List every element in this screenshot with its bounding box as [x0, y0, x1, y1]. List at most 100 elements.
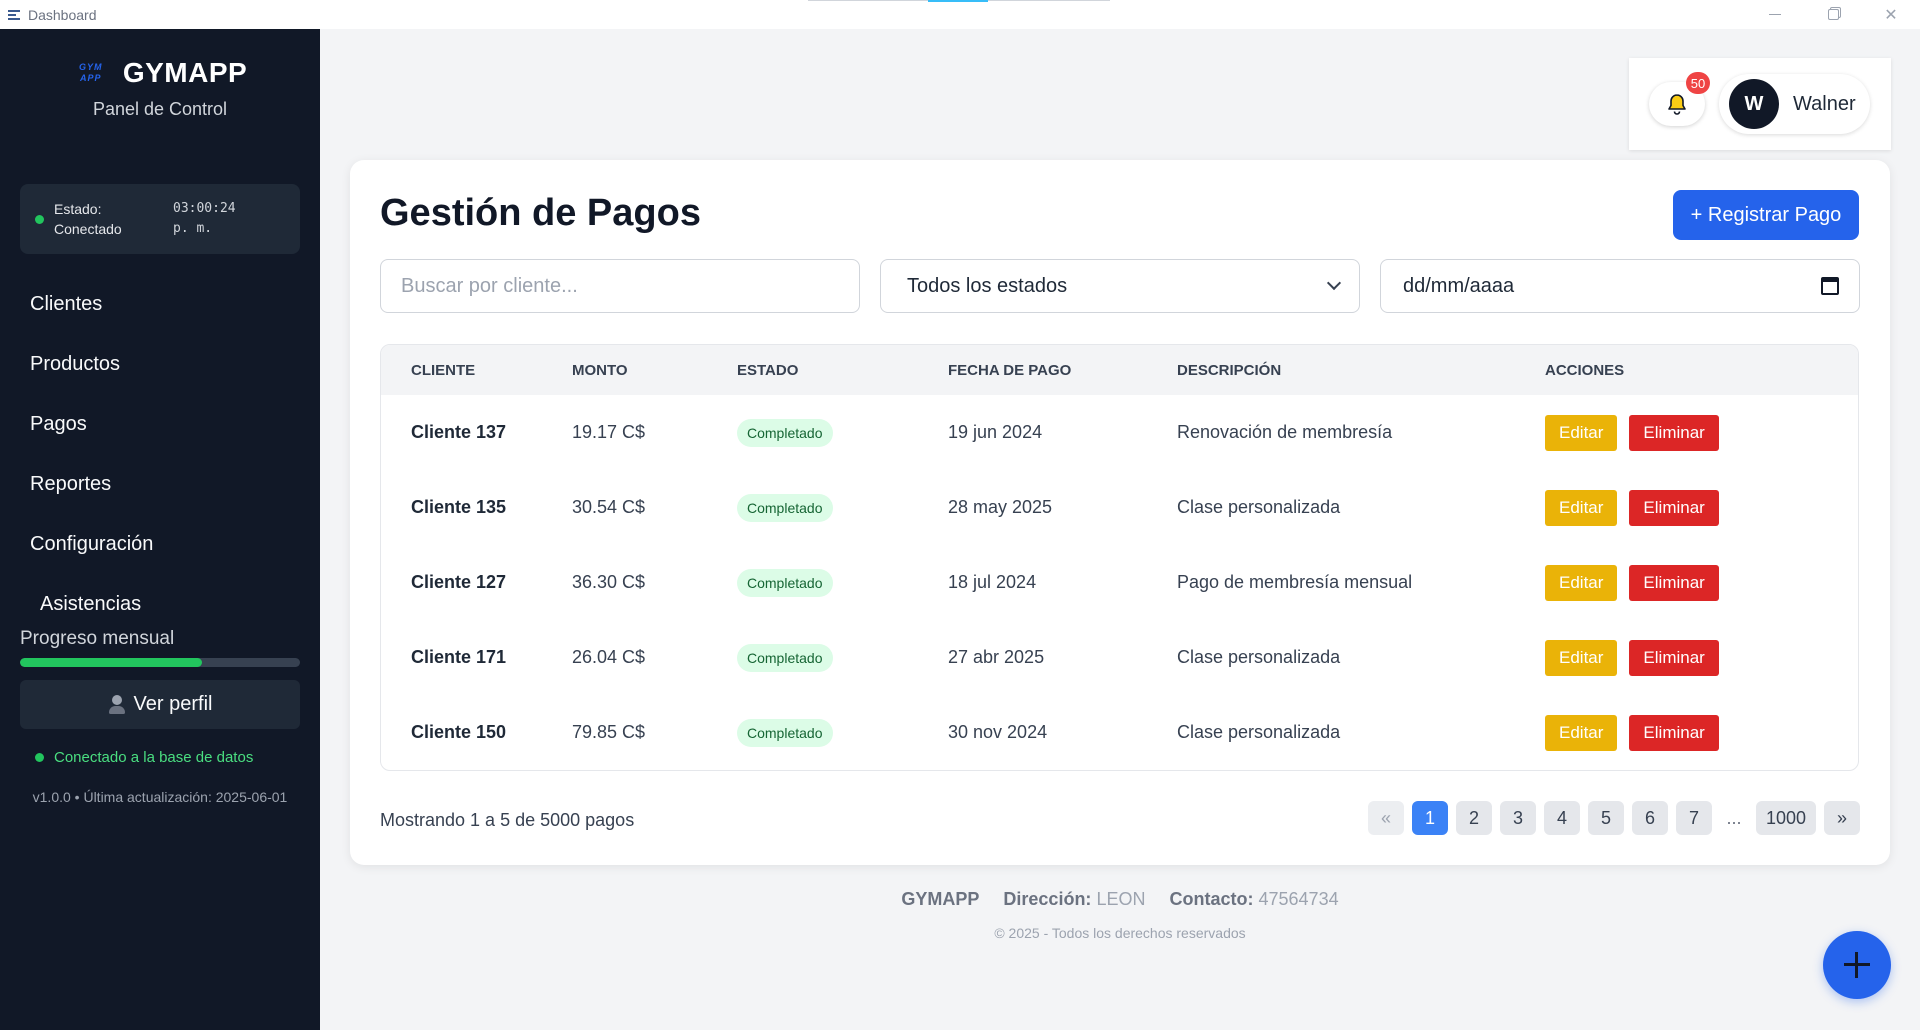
- col-header-descripcion[interactable]: DESCRIPCIÓN: [1177, 362, 1545, 379]
- filters-bar: Buscar por cliente... Todos los estados …: [380, 259, 1860, 313]
- delete-button[interactable]: Eliminar: [1629, 489, 1719, 526]
- user-icon: [108, 694, 126, 715]
- col-header-fecha[interactable]: FECHA DE PAGO: [948, 362, 1177, 379]
- table-row: Cliente 135 30.54 C$ Completado 28 may 2…: [381, 470, 1858, 545]
- chevron-down-icon: [1326, 275, 1342, 291]
- footer-address-label: Dirección:: [1003, 889, 1092, 909]
- status-badge: Completado: [737, 718, 833, 747]
- cell-cliente: Cliente 135: [411, 497, 507, 517]
- date-filter-input[interactable]: dd/mm/aaaa: [1380, 259, 1860, 313]
- maximize-button[interactable]: [1804, 0, 1862, 29]
- page-3[interactable]: 3: [1499, 801, 1536, 835]
- cell-monto: 36.30 C$: [572, 572, 646, 592]
- col-header-monto[interactable]: MONTO: [572, 362, 737, 379]
- table-row: Cliente 137 19.17 C$ Completado 19 jun 2…: [381, 395, 1858, 470]
- progress-fill: [20, 658, 202, 667]
- cell-descripcion: Clase personalizada: [1177, 647, 1341, 667]
- cell-fecha: 19 jun 2024: [948, 422, 1043, 442]
- sidebar-item-pagos[interactable]: Pagos: [0, 394, 320, 454]
- edit-button[interactable]: Editar: [1545, 414, 1618, 451]
- sidebar: GYM APP GYMAPP Panel de Control Estado: C…: [0, 29, 320, 1030]
- edit-button[interactable]: Editar: [1545, 489, 1618, 526]
- copyright: © 2025 - Todos los derechos reservados: [994, 925, 1246, 941]
- brand-subtitle: Panel de Control: [92, 99, 228, 119]
- edit-button[interactable]: Editar: [1545, 639, 1618, 676]
- pagination-next[interactable]: »: [1824, 801, 1860, 835]
- db-status-dot-icon: [35, 753, 44, 762]
- cell-monto: 79.85 C$: [572, 722, 646, 742]
- cell-monto: 19.17 C$: [572, 422, 646, 442]
- user-name: Walner: [1793, 92, 1856, 115]
- page-2[interactable]: 2: [1455, 801, 1492, 835]
- status-dot-icon: [35, 214, 44, 224]
- payments-table: CLIENTE MONTO ESTADO FECHA DE PAGO DESCR…: [380, 344, 1859, 771]
- edit-button[interactable]: Editar: [1545, 714, 1618, 751]
- footer-address: LEON: [1096, 889, 1146, 909]
- brand-name: GYMAPP: [122, 57, 248, 88]
- page-6[interactable]: 6: [1631, 801, 1668, 835]
- cell-descripcion: Pago de membresía mensual: [1177, 572, 1413, 592]
- quick-add-button[interactable]: [1823, 931, 1891, 999]
- brand: GYM APP GYMAPP: [0, 57, 320, 89]
- cell-descripcion: Clase personalizada: [1177, 722, 1341, 742]
- table-row: Cliente 127 36.30 C$ Completado 18 jul 2…: [381, 545, 1858, 620]
- delete-button[interactable]: Eliminar: [1629, 564, 1719, 601]
- notifications-badge: 50: [1686, 72, 1710, 94]
- notifications-button[interactable]: 50: [1649, 72, 1710, 126]
- page-5[interactable]: 5: [1587, 801, 1624, 835]
- minimize-icon: [1769, 14, 1781, 15]
- table-row: Cliente 171 26.04 C$ Completado 27 abr 2…: [381, 620, 1858, 695]
- footer-contact-label: Contacto:: [1169, 889, 1254, 909]
- cell-cliente: Cliente 127: [411, 572, 507, 592]
- pagination: « 1 2 3 4 5 6 7 ... 1000 »: [1367, 801, 1860, 835]
- view-profile-button[interactable]: Ver perfil: [20, 680, 300, 729]
- user-menu[interactable]: W Walner: [1719, 74, 1870, 134]
- db-status: Conectado a la base de datos: [35, 749, 253, 766]
- progress-label: Progreso mensual: [20, 628, 175, 649]
- register-payment-button[interactable]: + Registrar Pago: [1673, 190, 1859, 240]
- monthly-progress: Progreso mensual: [20, 628, 300, 667]
- table-row: Cliente 150 79.85 C$ Completado 30 nov 2…: [381, 695, 1858, 770]
- delete-button[interactable]: Eliminar: [1629, 714, 1719, 751]
- page-last[interactable]: 1000: [1755, 801, 1816, 835]
- calendar-icon[interactable]: [1821, 277, 1839, 295]
- status-badge: Completado: [737, 568, 833, 597]
- sidebar-item-asistencias[interactable]: Asistencias: [0, 574, 320, 634]
- close-button[interactable]: ✕: [1862, 0, 1920, 29]
- status-badge: Completado: [737, 418, 833, 447]
- cell-cliente: Cliente 137: [411, 422, 507, 442]
- edit-button[interactable]: Editar: [1545, 564, 1618, 601]
- date-filter-placeholder: dd/mm/aaaa: [1403, 274, 1515, 297]
- sidebar-item-configuracion[interactable]: Configuración: [0, 514, 320, 574]
- cell-descripcion: Clase personalizada: [1177, 497, 1341, 517]
- table-header: CLIENTE MONTO ESTADO FECHA DE PAGO DESCR…: [381, 345, 1858, 395]
- search-input[interactable]: Buscar por cliente...: [380, 259, 860, 313]
- page-7[interactable]: 7: [1675, 801, 1712, 835]
- minimize-button[interactable]: [1746, 0, 1804, 29]
- pagination-prev[interactable]: «: [1367, 801, 1404, 835]
- cell-monto: 26.04 C$: [572, 647, 646, 667]
- avatar: W: [1729, 79, 1779, 129]
- titlebar-accent: [808, 0, 1110, 2]
- view-profile-label: Ver perfil: [133, 693, 213, 715]
- sidebar-item-clientes[interactable]: Clientes: [0, 274, 320, 334]
- status-filter-select[interactable]: Todos los estados: [880, 259, 1360, 313]
- cell-fecha: 30 nov 2024: [948, 722, 1048, 742]
- page-1[interactable]: 1: [1411, 801, 1448, 835]
- delete-button[interactable]: Eliminar: [1629, 639, 1719, 676]
- sidebar-item-reportes[interactable]: Reportes: [0, 454, 320, 514]
- pagination-ellipsis: ...: [1726, 807, 1742, 828]
- footer: GYMAPP Dirección: LEON Contacto: 47564734: [320, 889, 1920, 910]
- page-4[interactable]: 4: [1543, 801, 1580, 835]
- cell-descripcion: Renovación de membresía: [1177, 422, 1393, 442]
- cell-cliente: Cliente 150: [411, 722, 507, 742]
- status-filter-value: Todos los estados: [907, 274, 1068, 297]
- sidebar-item-productos[interactable]: Productos: [0, 334, 320, 394]
- col-header-cliente[interactable]: CLIENTE: [381, 362, 572, 379]
- footer-brand: GYMAPP: [901, 889, 980, 909]
- brand-logo: GYM APP: [79, 62, 103, 83]
- col-header-estado[interactable]: ESTADO: [737, 362, 948, 379]
- delete-button[interactable]: Eliminar: [1629, 414, 1719, 451]
- user-header: 50 W Walner: [1629, 58, 1891, 150]
- status-label: Estado: Conectado: [54, 201, 122, 237]
